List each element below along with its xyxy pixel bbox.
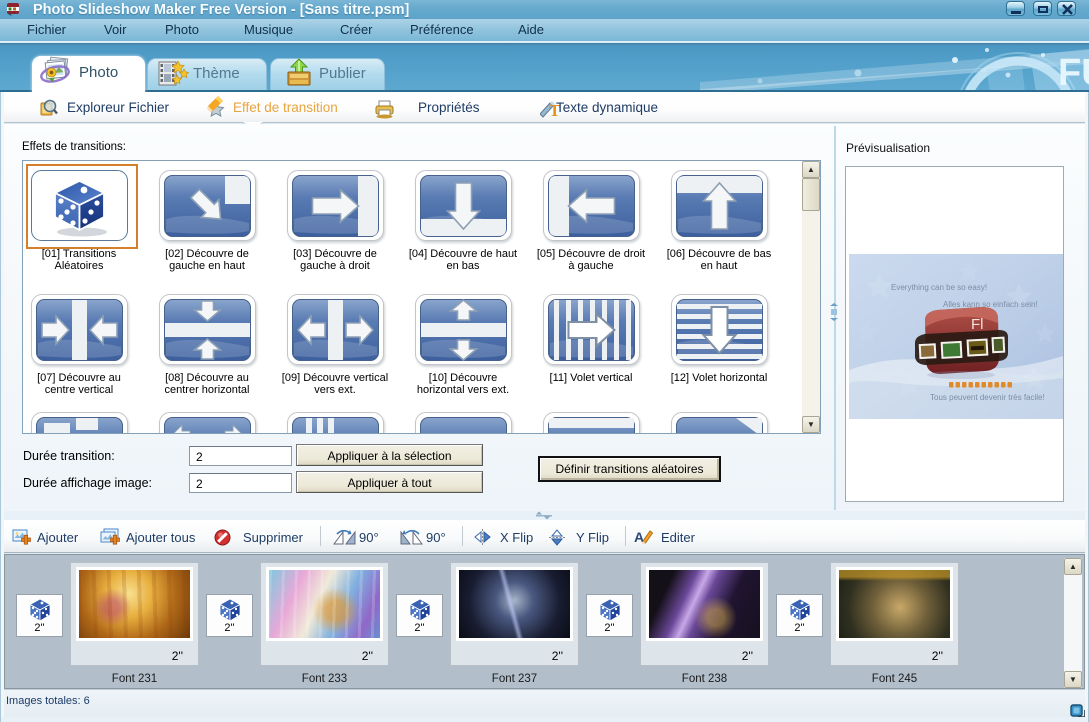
svg-text:Tous peuvent devenir très faci: Tous peuvent devenir très facile! <box>930 393 1045 402</box>
svg-text:Fl: Fl <box>971 316 984 333</box>
svg-text:Alles kann so einfach sein!: Alles kann so einfach sein! <box>943 300 1038 309</box>
svg-text:FU: FU <box>1058 52 1089 92</box>
svg-text:Everything can be so easy!: Everything can be so easy! <box>891 283 987 292</box>
